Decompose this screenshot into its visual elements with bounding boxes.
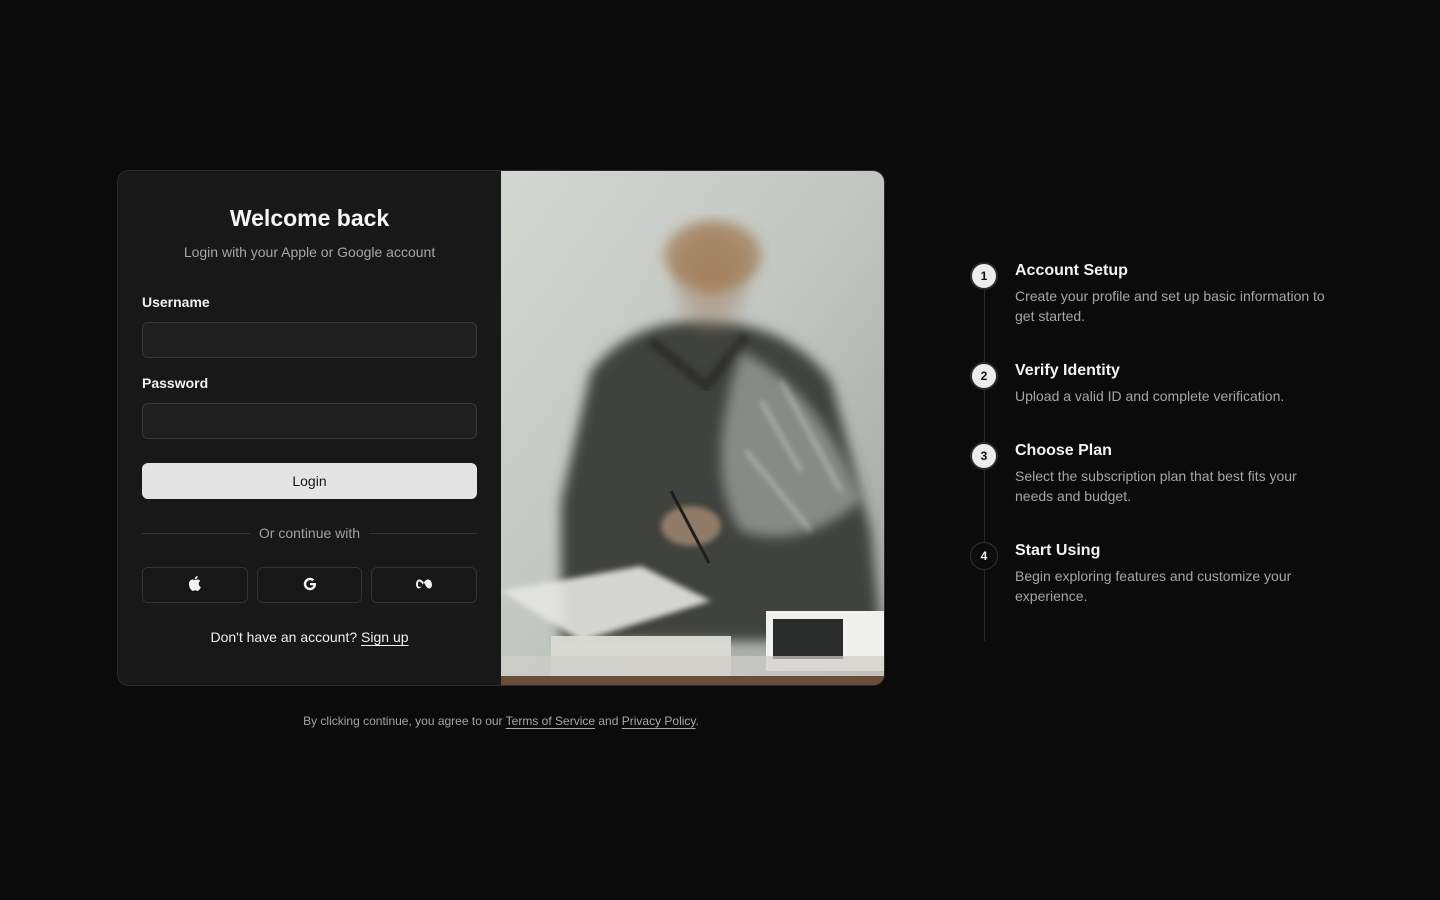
- username-label: Username: [142, 294, 210, 310]
- step-body: Account Setup Create your profile and se…: [1015, 262, 1325, 362]
- step-verify-identity: 2 Verify Identity Upload a valid ID and …: [970, 362, 1330, 442]
- hero-image: [501, 171, 884, 685]
- meta-icon: [415, 578, 433, 593]
- step-body: Start Using Begin exploring features and…: [1015, 542, 1325, 642]
- step-description: Create your profile and set up basic inf…: [1015, 288, 1325, 324]
- signup-prompt: Don't have an account? Sign up: [142, 629, 477, 645]
- login-form: Welcome back Login with your Apple or Go…: [118, 171, 501, 685]
- step-account-setup: 1 Account Setup Create your profile and …: [970, 262, 1330, 362]
- step-number: 2: [970, 362, 998, 390]
- google-icon: [303, 577, 317, 594]
- terms-link[interactable]: Terms of Service: [506, 714, 595, 728]
- divider-text: Or continue with: [258, 525, 361, 541]
- step-description: Select the subscription plan that best f…: [1015, 468, 1297, 504]
- apple-icon: [188, 575, 202, 595]
- privacy-link[interactable]: Privacy Policy: [622, 714, 696, 728]
- login-card: Welcome back Login with your Apple or Go…: [117, 170, 885, 686]
- step-title: Verify Identity: [1015, 362, 1120, 379]
- page-subtitle: Login with your Apple or Google account: [183, 244, 436, 260]
- legal-suffix: .: [695, 714, 699, 728]
- step-number: 4: [970, 542, 998, 570]
- divider-line-right: [369, 532, 478, 534]
- apple-login-button[interactable]: [142, 567, 248, 603]
- password-label: Password: [142, 375, 209, 391]
- step-choose-plan: 3 Choose Plan Select the subscription pl…: [970, 442, 1330, 542]
- password-input[interactable]: [142, 403, 477, 439]
- signup-link[interactable]: Sign up: [361, 629, 408, 645]
- step-title: Start Using: [1015, 542, 1101, 559]
- step-start-using: 4 Start Using Begin exploring features a…: [970, 542, 1330, 642]
- onboarding-steps: 1 Account Setup Create your profile and …: [970, 262, 1330, 642]
- legal-and: and: [598, 714, 619, 728]
- step-body: Verify Identity Upload a valid ID and co…: [1015, 362, 1325, 442]
- login-button[interactable]: Login: [142, 463, 477, 499]
- step-body: Choose Plan Select the subscription plan…: [1015, 442, 1325, 542]
- step-title: Choose Plan: [1015, 442, 1112, 459]
- social-login-group: [142, 567, 478, 603]
- divider-line-left: [142, 532, 250, 534]
- google-login-button[interactable]: [256, 567, 363, 603]
- step-description: Upload a valid ID and complete verificat…: [1015, 388, 1285, 404]
- username-input[interactable]: [142, 322, 477, 358]
- step-number: 3: [970, 442, 998, 470]
- meta-login-button[interactable]: [371, 567, 478, 603]
- step-title: Account Setup: [1015, 262, 1128, 279]
- step-description: Begin exploring features and customize y…: [1015, 568, 1292, 604]
- legal-notice: By clicking continue, you agree to our T…: [117, 714, 885, 728]
- or-divider: Or continue with: [142, 525, 478, 541]
- legal-prefix: By clicking continue, you agree to our: [303, 714, 503, 728]
- signup-text: Don't have an account?: [210, 629, 358, 645]
- page-title: Welcome back: [229, 205, 390, 231]
- step-number: 1: [970, 262, 998, 290]
